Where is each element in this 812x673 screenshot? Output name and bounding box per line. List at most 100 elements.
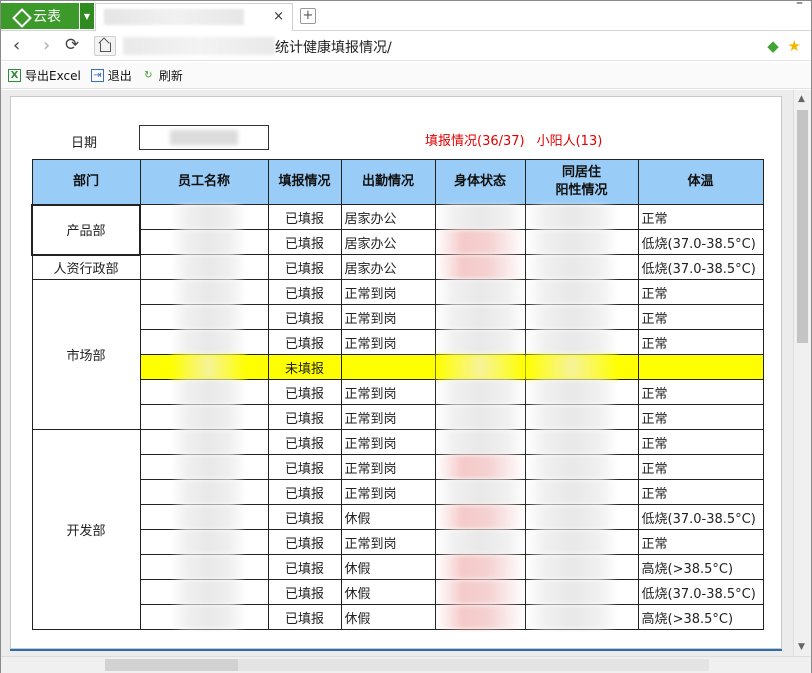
cell-attendance[interactable]: 休假	[340, 604, 436, 630]
cell-attendance[interactable]: 居家办公	[340, 204, 436, 230]
cell-employee-redacted[interactable]	[139, 254, 269, 280]
cell-cohabitant-redacted[interactable]	[524, 379, 639, 405]
cell-temperature[interactable]: 正常	[637, 279, 764, 305]
cell-attendance[interactable]: 正常到岗	[340, 429, 436, 455]
cell-report[interactable]: 已填报	[267, 304, 342, 330]
cell-cohabitant-redacted[interactable]	[524, 404, 639, 430]
cell-report[interactable]: 已填报	[267, 204, 342, 230]
cell-health-redacted[interactable]	[434, 554, 526, 580]
cell-cohabitant-redacted[interactable]	[524, 329, 639, 355]
vertical-scroll-thumb[interactable]	[797, 110, 808, 343]
tab-active[interactable]: ×	[95, 3, 293, 31]
cell-attendance[interactable]: 正常到岗	[340, 379, 436, 405]
cell-employee-redacted[interactable]	[139, 304, 269, 330]
cell-health-redacted[interactable]	[434, 229, 526, 255]
cell-employee-redacted[interactable]	[139, 604, 269, 630]
cell-attendance[interactable]: 正常到岗	[340, 529, 436, 555]
cell-health-redacted[interactable]	[434, 479, 526, 505]
cell-temperature[interactable]: 正常	[637, 329, 764, 355]
cell-employee-redacted[interactable]	[139, 454, 269, 480]
cell-temperature[interactable]: 正常	[637, 529, 764, 555]
cell-temperature[interactable]: 正常	[637, 379, 764, 405]
cell-attendance[interactable]: 居家办公	[340, 229, 436, 255]
cell-report[interactable]: 已填报	[267, 279, 342, 305]
cell-health-redacted[interactable]	[434, 429, 526, 455]
cell-report[interactable]: 已填报	[267, 479, 342, 505]
cell-employee-redacted[interactable]	[139, 479, 269, 505]
cell-cohabitant-redacted[interactable]	[524, 554, 639, 580]
forward-icon[interactable]: ›	[43, 35, 50, 56]
cell-temperature[interactable]: 正常	[637, 429, 764, 455]
cell-cohabitant-redacted[interactable]	[524, 604, 639, 630]
cell-temperature[interactable]: 正常	[637, 304, 764, 330]
cell-health-redacted[interactable]	[434, 304, 526, 330]
app-menu-button[interactable]: 云表	[1, 3, 79, 29]
vertical-scrollbar[interactable]: ▲ ▼	[793, 90, 811, 656]
cell-cohabitant-redacted[interactable]	[524, 529, 639, 555]
url-redacted[interactable]	[123, 37, 275, 55]
reload-icon[interactable]: ⟳	[65, 35, 79, 55]
cell-attendance[interactable]: 休假	[340, 504, 436, 530]
cell-temperature[interactable]	[637, 354, 764, 380]
horizontal-scrollbar[interactable]	[1, 656, 811, 673]
cell-employee-redacted[interactable]	[139, 279, 269, 305]
cell-attendance[interactable]: 休假	[340, 579, 436, 605]
cell-temperature[interactable]: 低烧(37.0-38.5°C)	[637, 254, 764, 280]
cell-attendance[interactable]: 正常到岗	[340, 479, 436, 505]
app-diamond-icon[interactable]: ◆	[767, 37, 779, 55]
cell-cohabitant-redacted[interactable]	[524, 454, 639, 480]
cell-cohabitant-redacted[interactable]	[524, 354, 639, 380]
cell-attendance[interactable]: 居家办公	[340, 254, 436, 280]
cell-health-redacted[interactable]	[434, 329, 526, 355]
export-excel-button[interactable]: X 导出Excel	[8, 67, 81, 84]
cell-cohabitant-redacted[interactable]	[524, 279, 639, 305]
cell-temperature[interactable]: 低烧(37.0-38.5°C)	[637, 579, 764, 605]
cell-health-redacted[interactable]	[434, 504, 526, 530]
cell-cohabitant-redacted[interactable]	[524, 479, 639, 505]
cell-report[interactable]: 已填报	[267, 229, 342, 255]
cell-temperature[interactable]: 低烧(37.0-38.5°C)	[637, 229, 764, 255]
new-tab-button[interactable]: +	[300, 8, 316, 24]
cell-employee-redacted[interactable]	[139, 554, 269, 580]
cell-report[interactable]: 已填报	[267, 254, 342, 280]
cell-attendance[interactable]: 休假	[340, 554, 436, 580]
cell-cohabitant-redacted[interactable]	[524, 504, 639, 530]
scroll-down-icon[interactable]: ▼	[798, 642, 805, 652]
cell-temperature[interactable]: 高烧(>38.5°C)	[637, 604, 764, 630]
cell-attendance[interactable]: 正常到岗	[340, 304, 436, 330]
cell-attendance[interactable]: 正常到岗	[340, 404, 436, 430]
cell-employee-redacted[interactable]	[139, 204, 269, 230]
cell-report[interactable]: 已填报	[267, 454, 342, 480]
date-field[interactable]	[139, 125, 269, 150]
cell-employee-redacted[interactable]	[139, 579, 269, 605]
cell-attendance[interactable]: 正常到岗	[340, 454, 436, 480]
cell-temperature[interactable]: 正常	[637, 404, 764, 430]
cell-report[interactable]: 已填报	[267, 429, 342, 455]
favorite-star-icon[interactable]: ★	[788, 37, 801, 55]
cell-cohabitant-redacted[interactable]	[524, 304, 639, 330]
cell-temperature[interactable]: 高烧(>38.5°C)	[637, 554, 764, 580]
cell-cohabitant-redacted[interactable]	[524, 429, 639, 455]
cell-attendance[interactable]: 正常到岗	[340, 329, 436, 355]
cell-temperature[interactable]: 正常	[637, 204, 764, 230]
cell-cohabitant-redacted[interactable]	[524, 254, 639, 280]
cell-employee-redacted[interactable]	[139, 504, 269, 530]
cell-attendance[interactable]: 正常到岗	[340, 279, 436, 305]
minimize-button[interactable]: –	[796, 0, 803, 11]
cell-employee-redacted[interactable]	[139, 229, 269, 255]
cell-health-redacted[interactable]	[434, 404, 526, 430]
app-menu-dropdown-icon[interactable]: ▼	[80, 3, 94, 29]
refresh-button[interactable]: ↻ 刷新	[142, 67, 183, 84]
back-icon[interactable]: ‹	[13, 35, 20, 56]
cell-health-redacted[interactable]	[434, 379, 526, 405]
cell-health-redacted[interactable]	[434, 454, 526, 480]
cell-health-redacted[interactable]	[434, 279, 526, 305]
cell-cohabitant-redacted[interactable]	[524, 204, 639, 230]
exit-button[interactable]: ⇥ 退出	[90, 67, 132, 84]
tab-close-icon[interactable]: ×	[273, 9, 284, 24]
cell-health-redacted[interactable]	[434, 579, 526, 605]
cell-report[interactable]: 已填报	[267, 329, 342, 355]
cell-employee-redacted[interactable]	[139, 354, 269, 380]
cell-employee-redacted[interactable]	[139, 379, 269, 405]
cell-temperature[interactable]: 低烧(37.0-38.5°C)	[637, 504, 764, 530]
